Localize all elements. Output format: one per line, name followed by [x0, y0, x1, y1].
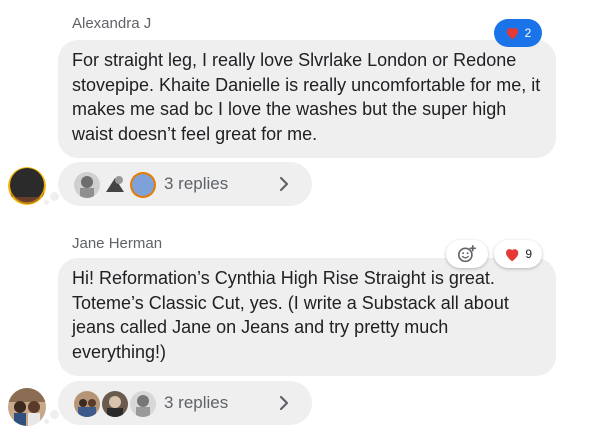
avatar[interactable]: [8, 167, 46, 205]
replies-button[interactable]: 3 replies: [58, 381, 312, 425]
heart-icon: [506, 28, 518, 40]
thread-connector: [50, 410, 59, 419]
thread-connector: [44, 200, 49, 205]
avatar: [72, 170, 102, 200]
comment-author[interactable]: Alexandra J: [72, 15, 151, 32]
replies-button[interactable]: 3 replies: [58, 162, 312, 206]
add-reaction-icon: [458, 245, 476, 263]
avatar: [72, 389, 102, 419]
replies-count: 3 replies: [164, 174, 229, 193]
comment-bubble[interactable]: Hi! Reformation’s Cynthia High Rise Stra…: [58, 258, 556, 376]
avatar: [100, 170, 130, 200]
chevron-right-icon: [279, 176, 289, 192]
add-reaction-button[interactable]: [446, 240, 488, 268]
heart-icon: [506, 248, 519, 261]
comment-text: For straight leg, I really love Slvrlake…: [72, 50, 541, 144]
avatar: [128, 170, 158, 200]
reaction-count: 2: [524, 26, 532, 40]
comment-text: Hi! Reformation’s Cynthia High Rise Stra…: [72, 268, 509, 362]
heart-reaction-button[interactable]: 2: [494, 19, 542, 47]
reaction-count: 9: [525, 247, 532, 261]
avatar[interactable]: [8, 388, 46, 426]
avatar: [128, 389, 158, 419]
thread-connector: [44, 419, 49, 424]
comment-bubble[interactable]: For straight leg, I really love Slvrlake…: [58, 40, 556, 158]
replies-count: 3 replies: [164, 393, 229, 412]
heart-reaction-button[interactable]: 9: [494, 240, 542, 268]
comment-author[interactable]: Jane Herman: [72, 235, 162, 252]
avatar: [100, 389, 130, 419]
chevron-right-icon: [279, 395, 289, 411]
thread-connector: [50, 192, 59, 201]
